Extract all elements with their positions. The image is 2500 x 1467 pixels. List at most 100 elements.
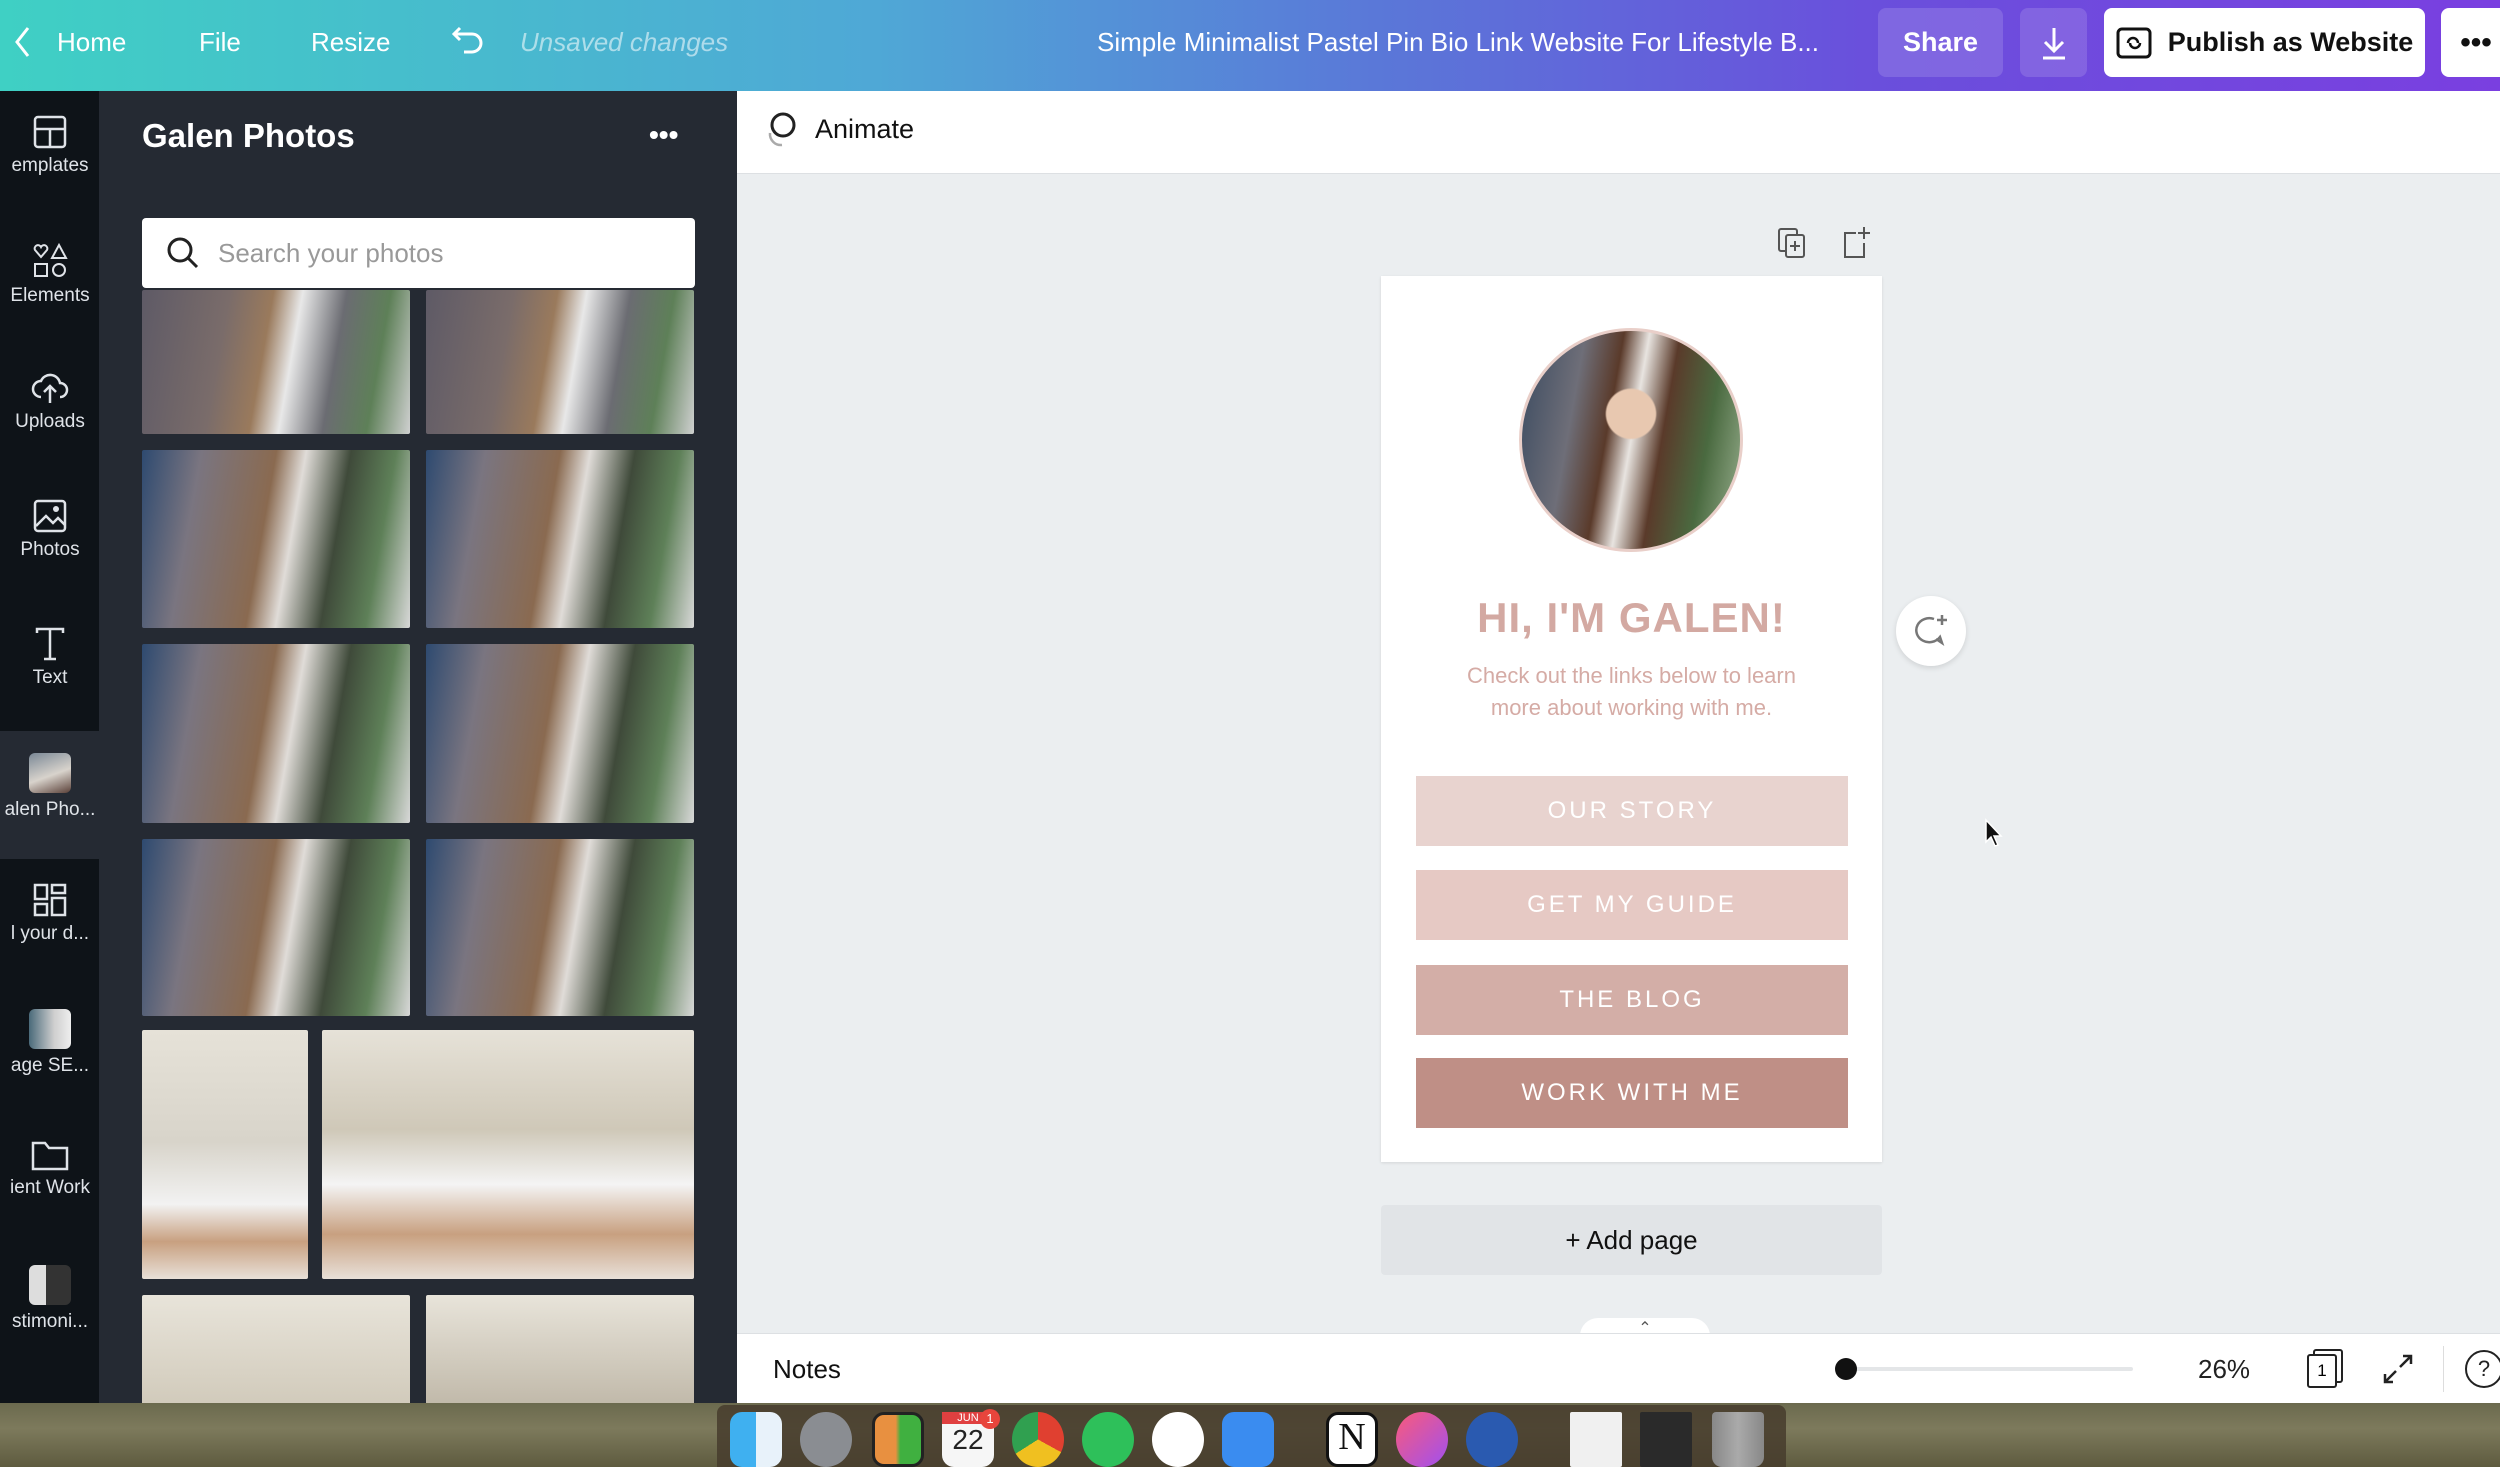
rail-item-templates[interactable]: emplates bbox=[0, 91, 99, 219]
screenshot-file-icon[interactable] bbox=[1640, 1412, 1692, 1467]
publish-website-button[interactable]: Publish as Website bbox=[2104, 8, 2425, 77]
finder-icon[interactable] bbox=[730, 1412, 782, 1467]
page-count: 1 bbox=[2307, 1354, 2337, 1388]
quicktime-icon[interactable] bbox=[1466, 1412, 1518, 1467]
rail-item-testimonials[interactable]: stimoni... bbox=[0, 1243, 99, 1371]
photo-thumbnail[interactable] bbox=[426, 290, 694, 434]
photo-thumbnail[interactable] bbox=[426, 839, 694, 1016]
templates-icon bbox=[33, 115, 66, 149]
download-button[interactable] bbox=[2020, 8, 2087, 77]
document-title[interactable]: Simple Minimalist Pastel Pin Bio Link We… bbox=[1097, 0, 1819, 91]
photo-thumbnail[interactable] bbox=[322, 1030, 694, 1279]
search-icon bbox=[167, 237, 199, 269]
folder-icon bbox=[31, 1141, 68, 1171]
animate-label: Animate bbox=[815, 113, 915, 144]
photo-thumbnail[interactable] bbox=[142, 1030, 308, 1279]
rail-item-galen-photos[interactable]: alen Pho... bbox=[0, 731, 99, 859]
website-icon bbox=[2116, 27, 2152, 58]
photo-thumbnail[interactable] bbox=[142, 839, 410, 1016]
fullscreen-icon[interactable] bbox=[2382, 1353, 2414, 1385]
photo-thumbnail[interactable] bbox=[142, 644, 410, 823]
divider bbox=[2443, 1346, 2444, 1392]
help-icon[interactable]: ? bbox=[2465, 1350, 2500, 1388]
animate-button[interactable]: Animate bbox=[763, 109, 914, 149]
more-options-button[interactable]: ••• bbox=[2441, 8, 2500, 77]
photos-icon bbox=[33, 499, 66, 533]
photos-panel: Galen Photos ••• Search your photos bbox=[99, 91, 737, 1403]
photo-thumbnail[interactable] bbox=[142, 1295, 410, 1403]
mouse-cursor-icon bbox=[1985, 818, 2003, 847]
spotify-icon[interactable] bbox=[1082, 1412, 1134, 1467]
resize-button[interactable]: Resize bbox=[311, 0, 390, 91]
link-button-the-blog[interactable]: THE BLOG bbox=[1416, 965, 1848, 1035]
zoom-slider-handle[interactable] bbox=[1835, 1358, 1857, 1380]
trash-icon[interactable] bbox=[1712, 1412, 1764, 1467]
publish-label: Publish as Website bbox=[2167, 27, 2414, 57]
link-button-get-my-guide[interactable]: GET MY GUIDE bbox=[1416, 870, 1848, 940]
share-button[interactable]: Share bbox=[1878, 8, 2003, 77]
quicktime-file-icon[interactable] bbox=[1570, 1412, 1622, 1467]
elements-icon bbox=[33, 243, 68, 277]
photo-thumbnail[interactable] bbox=[426, 450, 694, 628]
animate-icon bbox=[768, 112, 796, 147]
subtext-line: Check out the links below to learn bbox=[1467, 663, 1796, 688]
chrome-icon[interactable] bbox=[1012, 1412, 1064, 1467]
rail-item-client-work[interactable]: ient Work bbox=[0, 1115, 99, 1243]
top-bar: Home File Resize Unsaved changes Simple … bbox=[0, 0, 2500, 91]
design-page[interactable]: HI, I'M GALEN! Check out the links below… bbox=[1381, 276, 1882, 1162]
text-icon bbox=[35, 627, 64, 661]
folder-thumbnail bbox=[28, 1009, 71, 1049]
subtext-line: more about working with me. bbox=[1490, 695, 1773, 720]
photo-thumbnail[interactable] bbox=[142, 290, 410, 434]
rail-label: Text bbox=[32, 667, 68, 688]
photo-thumbnail[interactable] bbox=[426, 1295, 694, 1403]
photo-thumbnail[interactable] bbox=[142, 450, 410, 628]
calendar-day: 22 bbox=[952, 1424, 984, 1455]
panel-title: Galen Photos bbox=[142, 117, 355, 154]
link-button-work-with-me[interactable]: WORK WITH ME bbox=[1416, 1058, 1848, 1128]
search-placeholder: Search your photos bbox=[218, 237, 444, 268]
home-button[interactable]: Home bbox=[57, 0, 126, 91]
rail-item-photos[interactable]: Photos bbox=[0, 475, 99, 603]
notification-badge: 1 bbox=[980, 1409, 1000, 1429]
photo-search-input[interactable]: Search your photos bbox=[142, 218, 695, 288]
add-comment-button[interactable] bbox=[1896, 596, 1966, 666]
zoom-slider[interactable] bbox=[1845, 1367, 2133, 1371]
link-button-our-story[interactable]: OUR STORY bbox=[1416, 776, 1848, 846]
rail-label: Uploads bbox=[15, 411, 85, 432]
rail-label: emplates bbox=[11, 155, 89, 176]
rail-label: l your d... bbox=[10, 923, 90, 944]
design-subtext: Check out the links below to learn more … bbox=[1381, 660, 1882, 724]
add-page-button[interactable]: + Add page bbox=[1381, 1205, 1882, 1275]
save-status: Unsaved changes bbox=[520, 27, 729, 57]
slack-icon[interactable] bbox=[1152, 1412, 1204, 1467]
page-count-button[interactable]: 1 bbox=[2307, 1349, 2345, 1389]
profile-avatar[interactable] bbox=[1519, 328, 1743, 552]
rail-item-your-designs[interactable]: l your d... bbox=[0, 859, 99, 987]
rail-label: age SE... bbox=[10, 1055, 90, 1076]
panel-more-icon[interactable]: ••• bbox=[649, 119, 678, 151]
rail-item-text[interactable]: Text bbox=[0, 603, 99, 731]
animate-toolbar: Animate bbox=[737, 91, 2500, 174]
zoom-level[interactable]: 26% bbox=[2198, 1334, 2250, 1404]
rail-label: stimoni... bbox=[11, 1311, 89, 1332]
mission-control-icon[interactable] bbox=[872, 1412, 924, 1467]
rail-item-elements[interactable]: Elements bbox=[0, 219, 99, 347]
add-page-icon[interactable] bbox=[1842, 225, 1872, 259]
photo-thumbnail[interactable] bbox=[426, 644, 694, 823]
back-chevron-icon[interactable] bbox=[12, 0, 34, 91]
folder-thumbnail bbox=[28, 1265, 71, 1305]
music-icon[interactable] bbox=[1396, 1412, 1448, 1467]
comment-plus-icon bbox=[1915, 615, 1947, 647]
zoom-app-icon[interactable] bbox=[1222, 1412, 1274, 1467]
undo-icon[interactable] bbox=[450, 0, 486, 91]
upload-cloud-icon bbox=[31, 373, 68, 403]
rail-item-image-seo[interactable]: age SE... bbox=[0, 987, 99, 1115]
launchpad-icon[interactable] bbox=[800, 1412, 852, 1467]
notes-button[interactable]: Notes bbox=[773, 1334, 841, 1404]
duplicate-page-icon[interactable] bbox=[1777, 227, 1807, 259]
design-heading: HI, I'M GALEN! bbox=[1477, 594, 1786, 641]
notion-icon[interactable]: N bbox=[1326, 1412, 1378, 1467]
rail-item-uploads[interactable]: Uploads bbox=[0, 347, 99, 475]
file-menu[interactable]: File bbox=[199, 0, 241, 91]
